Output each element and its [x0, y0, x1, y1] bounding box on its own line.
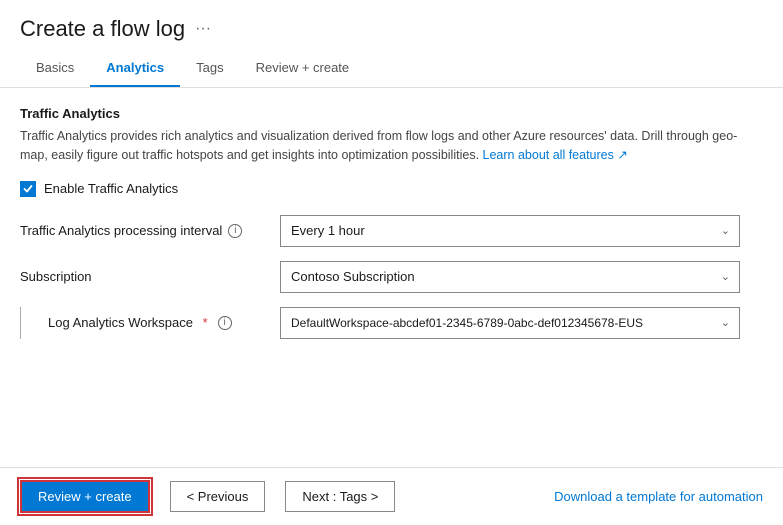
subscription-control: Contoso Subscription ⌄	[280, 261, 740, 293]
section-description: Traffic Analytics provides rich analytic…	[20, 127, 740, 165]
download-template-link[interactable]: Download a template for automation	[554, 489, 763, 504]
page-title: Create a flow log	[20, 16, 185, 42]
workspace-dropdown[interactable]: DefaultWorkspace-abcdef01-2345-6789-0abc…	[280, 307, 740, 339]
header-ellipsis[interactable]: ···	[195, 20, 211, 38]
workspace-required-star: *	[199, 315, 208, 330]
workspace-info-icon[interactable]: i	[218, 316, 232, 330]
enable-analytics-label: Enable Traffic Analytics	[44, 181, 178, 196]
subscription-dropdown[interactable]: Contoso Subscription	[280, 261, 740, 293]
section-title: Traffic Analytics	[20, 106, 763, 121]
learn-more-link[interactable]: Learn about all features ↗	[483, 148, 628, 162]
enable-analytics-row: Enable Traffic Analytics	[20, 181, 763, 197]
subscription-row: Subscription Contoso Subscription ⌄	[20, 261, 763, 293]
enable-analytics-checkbox[interactable]	[20, 181, 36, 197]
workspace-control: DefaultWorkspace-abcdef01-2345-6789-0abc…	[280, 307, 740, 339]
external-link-icon: ↗	[617, 148, 627, 162]
interval-info-icon[interactable]: i	[228, 224, 242, 238]
tab-basics[interactable]: Basics	[20, 50, 90, 87]
subscription-label: Subscription	[20, 269, 280, 284]
workspace-row: Log Analytics Workspace * i DefaultWorks…	[20, 307, 763, 339]
footer: Review + create < Previous Next : Tags >…	[0, 467, 783, 525]
previous-button[interactable]: < Previous	[170, 481, 266, 512]
review-create-button[interactable]: Review + create	[20, 480, 150, 513]
tab-review-create[interactable]: Review + create	[240, 50, 366, 87]
interval-row: Traffic Analytics processing interval i …	[20, 215, 763, 247]
next-button[interactable]: Next : Tags >	[285, 481, 395, 512]
interval-label: Traffic Analytics processing interval i	[20, 223, 280, 238]
interval-dropdown[interactable]: Every 1 hour Every 10 minutes	[280, 215, 740, 247]
main-content: Traffic Analytics Traffic Analytics prov…	[0, 88, 783, 467]
workspace-label: Log Analytics Workspace * i	[20, 307, 280, 339]
interval-control: Every 1 hour Every 10 minutes ⌄	[280, 215, 740, 247]
tabs-bar: Basics Analytics Tags Review + create	[0, 50, 783, 88]
tab-tags[interactable]: Tags	[180, 50, 239, 87]
tab-analytics[interactable]: Analytics	[90, 50, 180, 87]
